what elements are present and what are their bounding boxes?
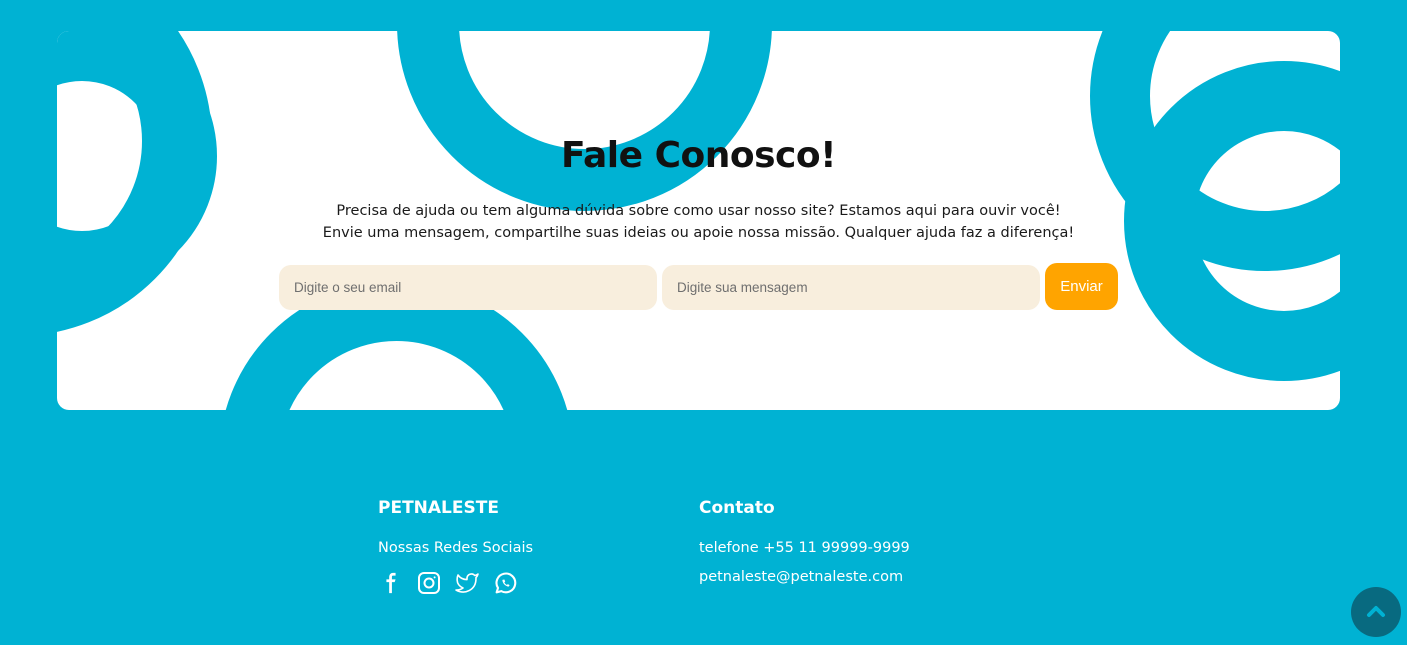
whatsapp-icon[interactable] — [492, 570, 518, 596]
contact-content: Fale Conosco! Precisa de ajuda ou tem al… — [57, 31, 1340, 410]
contact-phone: telefone +55 11 99999-9999 — [699, 540, 910, 556]
social-links — [378, 570, 533, 596]
footer-contact: Contato telefone +55 11 99999-9999 petna… — [699, 498, 910, 585]
contact-title: Fale Conosco! — [561, 135, 837, 176]
contact-heading: Contato — [699, 498, 775, 518]
send-button[interactable]: Enviar — [1045, 263, 1118, 310]
email-field[interactable] — [279, 265, 657, 310]
contact-form: Enviar — [279, 263, 1119, 311]
brand-name: PETNALESTE — [378, 498, 499, 518]
twitter-icon[interactable] — [454, 570, 480, 596]
instagram-icon[interactable] — [416, 570, 442, 596]
footer-brand: PETNALESTE Nossas Redes Sociais — [378, 498, 533, 596]
chevron-up-icon — [1367, 606, 1385, 617]
subtitle-line: Precisa de ajuda ou tem alguma dúvida so… — [336, 203, 1061, 219]
social-label: Nossas Redes Sociais — [378, 540, 534, 556]
subtitle-line: Envie uma mensagem, compartilhe suas ide… — [322, 225, 1075, 241]
contact-section: Fale Conosco! Precisa de ajuda ou tem al… — [57, 31, 1340, 410]
contact-subtitle: Precisa de ajuda ou tem alguma dúvida so… — [57, 200, 1340, 244]
contact-email-link[interactable]: petnaleste@petnaleste.com — [699, 569, 910, 585]
message-field[interactable] — [662, 265, 1040, 310]
scroll-top-button[interactable] — [1351, 587, 1401, 637]
facebook-icon[interactable] — [378, 570, 404, 596]
